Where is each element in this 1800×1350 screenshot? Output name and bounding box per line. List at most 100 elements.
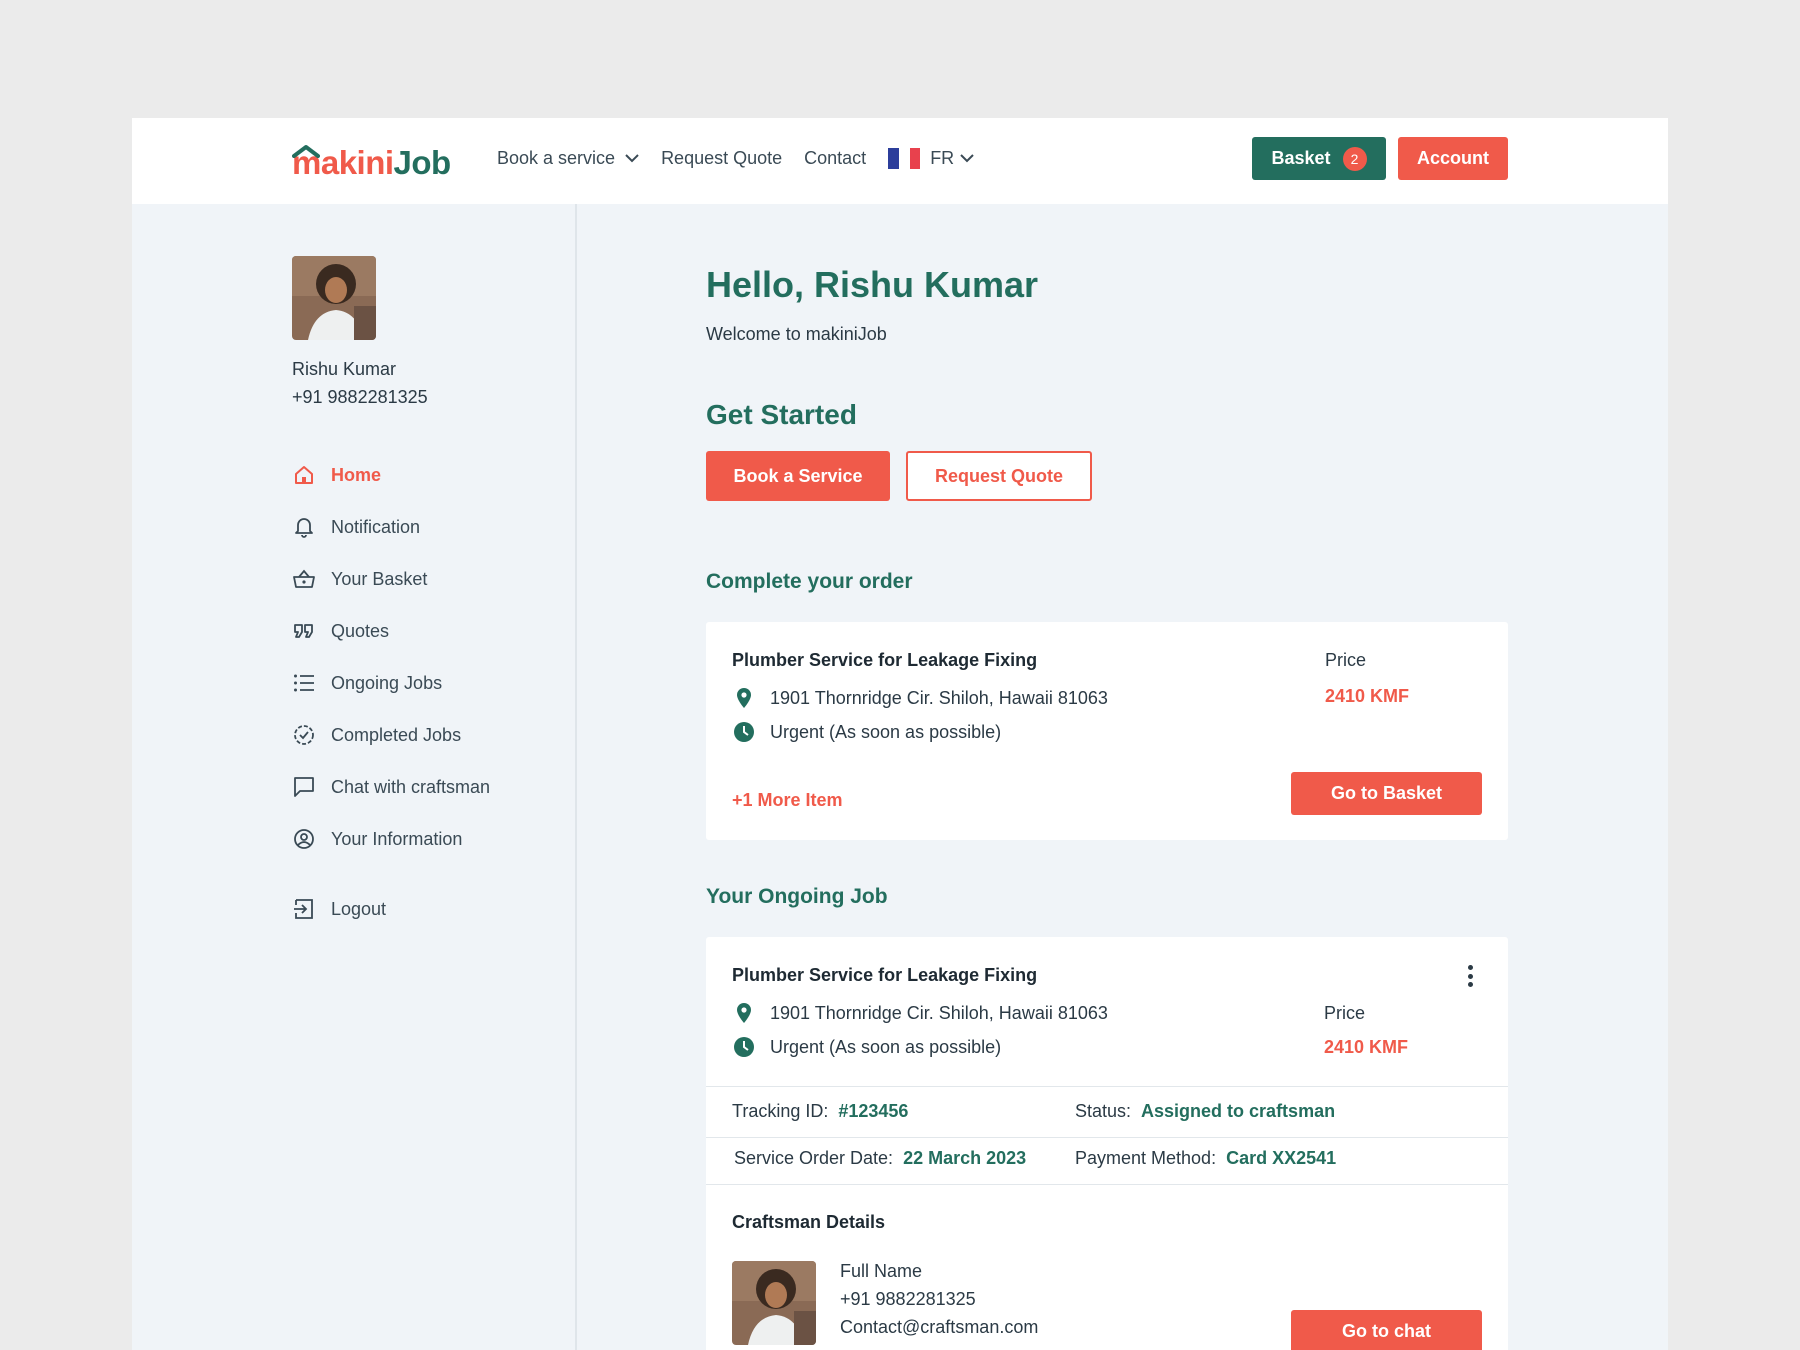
payment-method: Payment Method: Card XX2541 (1075, 1148, 1336, 1169)
sidebar-item-notification[interactable]: Notification (292, 501, 490, 553)
ongoing-job-title: Your Ongoing Job (706, 885, 888, 908)
welcome-text: Welcome to makiniJob (706, 324, 887, 344)
order-date-label: Service Order Date: (734, 1148, 894, 1168)
go-to-basket-button[interactable]: Go to Basket (1291, 772, 1482, 815)
ongoing-price-value: 2410 KMF (1324, 1037, 1409, 1057)
chat-icon (292, 775, 316, 799)
chevron-down-icon (960, 154, 974, 163)
basket-count-badge: 2 (1342, 146, 1367, 171)
service-order-date: Service Order Date: 22 March 2023 (734, 1148, 1026, 1169)
sidebar: Rishu Kumar +91 9882281325 Home Notifica… (132, 204, 577, 1350)
ongoing-service-title: Plumber Service for Leakage Fixing (732, 965, 1038, 985)
ongoing-urgency: Urgent (As soon as possible) (770, 1036, 1002, 1057)
tracking-id-value: #123456 (838, 1101, 909, 1121)
sidebar-item-label: Your Information (331, 828, 463, 849)
sidebar-item-basket[interactable]: Your Basket (292, 553, 490, 605)
top-header: makini Job Book a service Request Quote C… (132, 118, 1668, 204)
location-pin-icon (732, 1001, 756, 1025)
payment-label: Payment Method: (1075, 1148, 1217, 1168)
craftsman-phone: +91 9882281325 (840, 1289, 976, 1309)
basket-button[interactable]: Basket 2 (1252, 137, 1386, 180)
ongoing-address-row: 1901 Thornridge Cir. Shiloh, Hawaii 8106… (732, 1001, 1108, 1025)
order-price-value: 2410 KMF (1325, 686, 1410, 706)
tracking-id-label: Tracking ID: (732, 1101, 829, 1121)
card-divider (706, 1086, 1508, 1087)
nav-contact[interactable]: Contact (804, 148, 866, 169)
get-started-title: Get Started (706, 399, 857, 430)
logo-text-job: Job (393, 144, 452, 181)
request-quote-button[interactable]: Request Quote (906, 451, 1092, 501)
sidebar-item-label: Your Basket (331, 568, 428, 589)
sidebar-item-your-information[interactable]: Your Information (292, 813, 490, 865)
order-address: 1901 Thornridge Cir. Shiloh, Hawaii 8106… (770, 687, 1108, 708)
sidebar-item-chat[interactable]: Chat with craftsman (292, 761, 490, 813)
user-name: Rishu Kumar (292, 359, 397, 379)
nav-book-service[interactable]: Book a service (497, 148, 639, 169)
app-frame: makini Job Book a service Request Quote C… (132, 118, 1668, 1350)
user-phone: +91 9882281325 (292, 387, 428, 407)
order-urgency: Urgent (As soon as possible) (770, 721, 1002, 742)
logout-label: Logout (331, 898, 387, 919)
ongoing-price-label: Price (1324, 1003, 1366, 1023)
logo-roof-icon (292, 145, 320, 158)
order-price-label: Price (1325, 650, 1367, 670)
ongoing-urgency-row: Urgent (As soon as possible) (732, 1035, 1001, 1059)
complete-order-title: Complete your order (706, 570, 913, 593)
clock-icon (732, 1035, 756, 1059)
ongoing-address: 1901 Thornridge Cir. Shiloh, Hawaii 8106… (770, 1002, 1108, 1023)
chevron-down-icon (625, 154, 639, 163)
sidebar-item-label: Notification (331, 516, 421, 537)
craftsman-email[interactable]: Contact@craftsman.com (840, 1317, 1038, 1338)
craftsman-avatar (732, 1261, 816, 1345)
france-flag-icon (888, 148, 921, 169)
job-status: Status: Assigned to craftsman (1075, 1101, 1335, 1122)
sidebar-item-ongoing-jobs[interactable]: Ongoing Jobs (292, 657, 490, 709)
greeting-title: Hello, Rishu Kumar (706, 264, 1039, 305)
more-items-link[interactable]: +1 More Item (732, 790, 843, 811)
sidebar-item-label: Chat with craftsman (331, 776, 491, 797)
craftsman-photo (732, 1261, 816, 1345)
home-icon (292, 463, 316, 487)
more-options-icon[interactable] (1466, 965, 1474, 987)
clock-icon (732, 720, 756, 744)
order-service-title: Plumber Service for Leakage Fixing (732, 650, 1038, 670)
language-selector[interactable]: FR (888, 148, 974, 169)
quote-icon (292, 619, 316, 643)
logout-icon (292, 897, 316, 921)
sidebar-item-label: Ongoing Jobs (331, 672, 443, 693)
sidebar-item-label: Quotes (331, 620, 390, 641)
status-label: Status: (1075, 1101, 1132, 1121)
sidebar-item-home[interactable]: Home (292, 449, 490, 501)
nav-request-quote[interactable]: Request Quote (661, 148, 782, 169)
bell-icon (292, 515, 316, 539)
ongoing-job-card: Plumber Service for Leakage Fixing 1901 … (706, 937, 1508, 1350)
account-button[interactable]: Account (1398, 137, 1508, 180)
user-circle-icon (292, 827, 316, 851)
status-value: Assigned to craftsman (1141, 1101, 1336, 1121)
order-date-value: 22 March 2023 (903, 1148, 1027, 1168)
order-urgency-row: Urgent (As soon as possible) (732, 720, 1001, 744)
payment-value: Card XX2541 (1226, 1148, 1337, 1168)
book-service-button[interactable]: Book a Service (706, 451, 890, 501)
check-circle-icon (292, 723, 316, 747)
card-divider (706, 1184, 1508, 1185)
card-divider (706, 1137, 1508, 1138)
order-address-row: 1901 Thornridge Cir. Shiloh, Hawaii 8106… (732, 686, 1108, 710)
basket-button-label: Basket (1271, 148, 1331, 168)
main-nav: Book a service Request Quote Contact FR (497, 148, 996, 169)
sidebar-item-label: Home (331, 464, 382, 485)
sidebar-menu: Home Notification Your Basket Quotes Ong… (292, 449, 490, 935)
user-avatar[interactable] (292, 256, 376, 340)
nav-book-service-label: Book a service (497, 148, 616, 168)
sidebar-item-label: Completed Jobs (331, 724, 462, 745)
makinijob-logo[interactable]: makini Job (292, 142, 451, 182)
language-label: FR (930, 148, 955, 168)
sidebar-item-logout[interactable]: Logout (292, 883, 490, 935)
basket-icon (292, 567, 316, 591)
sidebar-item-quotes[interactable]: Quotes (292, 605, 490, 657)
sidebar-item-completed-jobs[interactable]: Completed Jobs (292, 709, 490, 761)
order-card: Plumber Service for Leakage Fixing 1901 … (706, 622, 1508, 840)
go-to-chat-button[interactable]: Go to chat (1291, 1310, 1482, 1350)
tracking-id: Tracking ID: #123456 (732, 1101, 908, 1122)
list-icon (292, 671, 316, 695)
